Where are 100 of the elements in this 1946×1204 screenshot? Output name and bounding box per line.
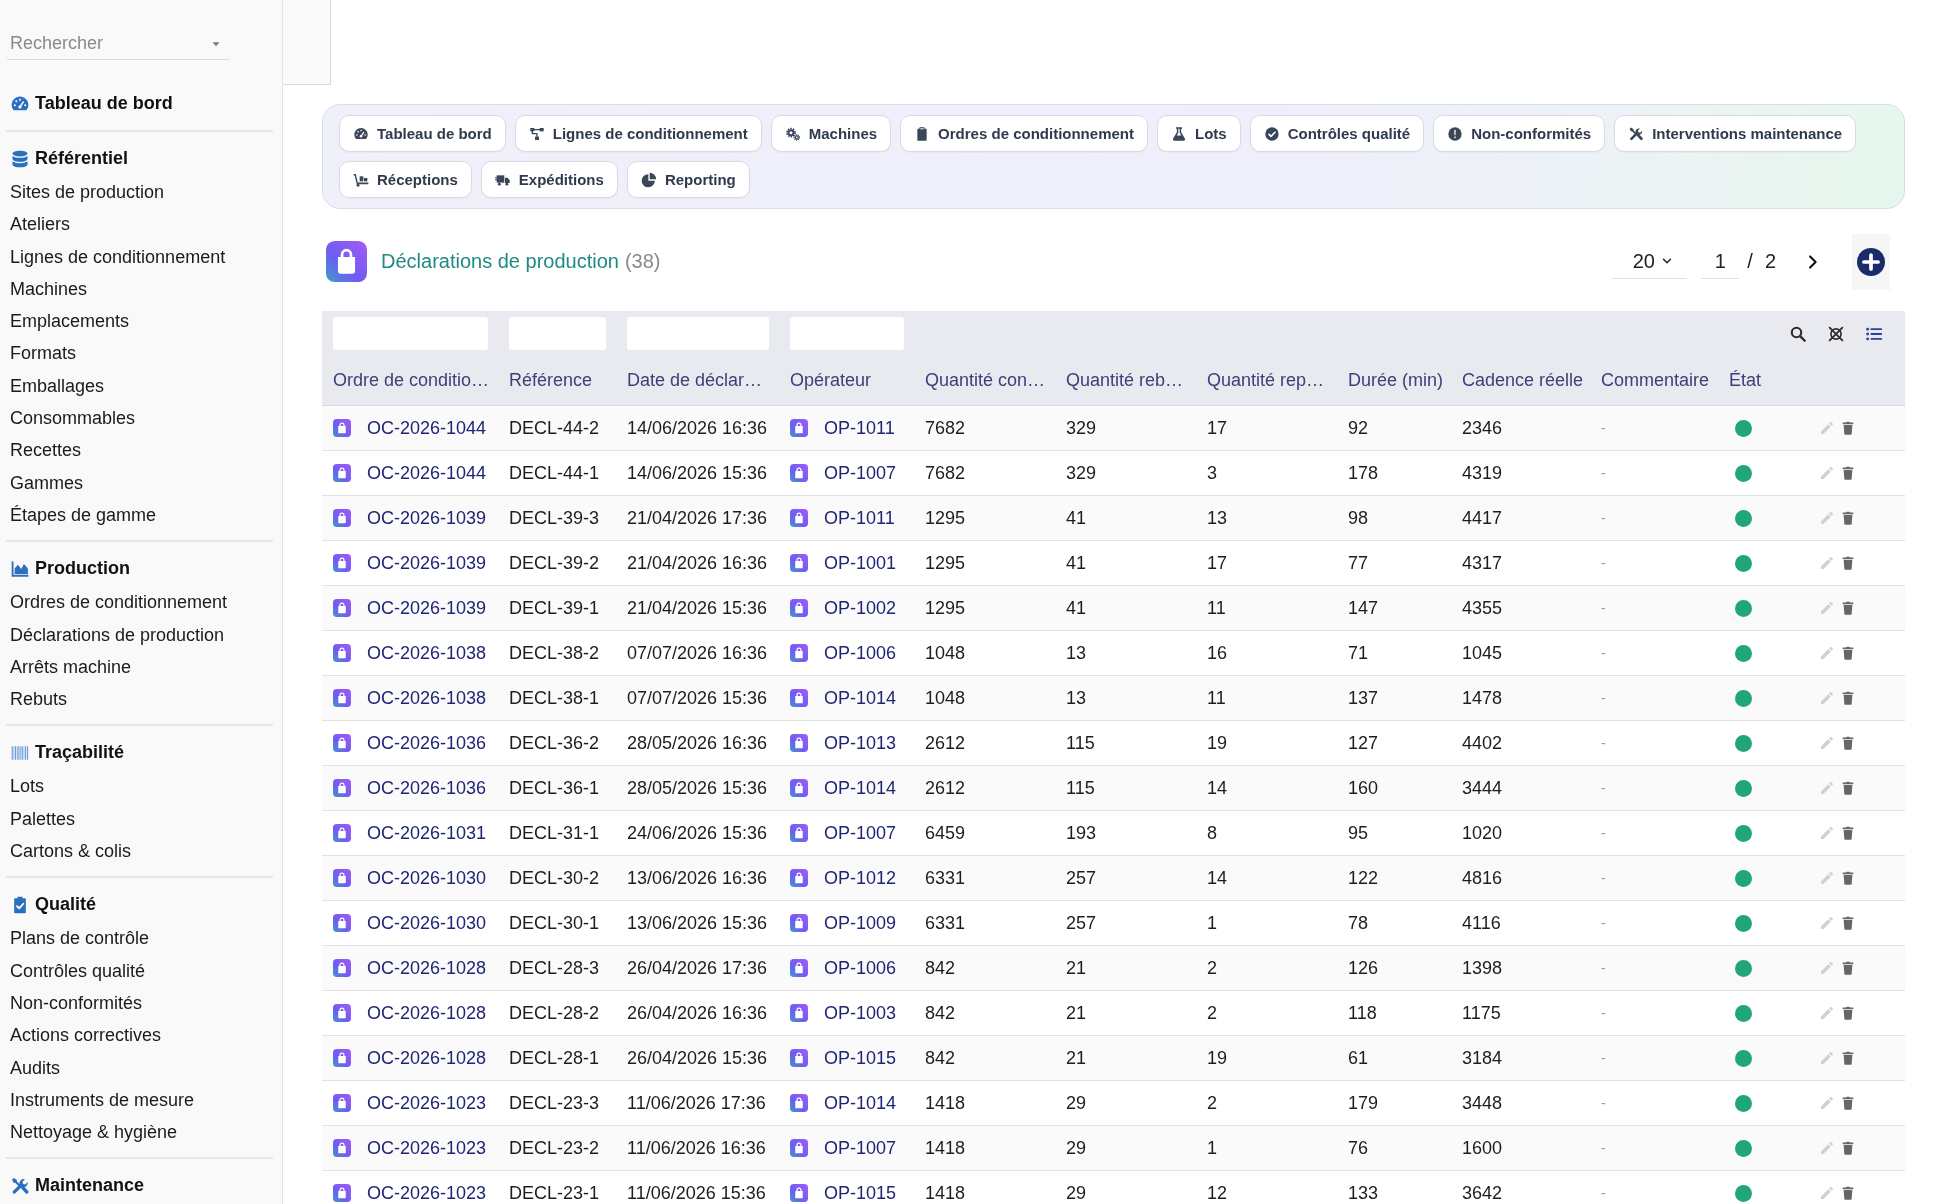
table-link[interactable]: OP-1002 bbox=[824, 597, 897, 619]
trash-icon[interactable] bbox=[1840, 734, 1856, 752]
sidebar-item[interactable]: Formats bbox=[6, 337, 273, 370]
trash-icon[interactable] bbox=[1840, 1094, 1856, 1112]
nav-tab[interactable]: Tableau de bord bbox=[339, 115, 506, 152]
sidebar-section-title[interactable]: Référentiel bbox=[35, 148, 129, 169]
sidebar-item[interactable]: Nettoyage & hygiène bbox=[6, 1116, 273, 1149]
table-link[interactable]: OC-2026-1028 bbox=[367, 1047, 487, 1069]
sidebar-item[interactable]: Ateliers bbox=[6, 208, 273, 241]
nav-tab[interactable]: Machines bbox=[770, 115, 892, 152]
column-header[interactable]: Ordre de conditio… bbox=[322, 370, 498, 391]
trash-icon[interactable] bbox=[1840, 509, 1856, 527]
table-link[interactable]: OC-2026-1039 bbox=[367, 552, 487, 574]
search-field[interactable]: Rechercher bbox=[6, 28, 230, 60]
table-link[interactable]: OC-2026-1038 bbox=[367, 687, 487, 709]
table-link[interactable]: OP-1011 bbox=[824, 417, 895, 439]
add-button[interactable] bbox=[1852, 233, 1890, 290]
column-header[interactable]: Durée (min) bbox=[1337, 370, 1451, 391]
table-link[interactable]: OP-1014 bbox=[824, 1092, 897, 1114]
sidebar-item[interactable]: Recettes bbox=[6, 434, 273, 467]
column-header[interactable]: État bbox=[1718, 370, 1775, 391]
sidebar-section-title[interactable]: Maintenance bbox=[35, 1175, 145, 1197]
sidebar-section-title[interactable]: Qualité bbox=[35, 894, 96, 916]
page-input[interactable]: 1 bbox=[1701, 244, 1740, 279]
sidebar-section-title[interactable]: Traçabilité bbox=[35, 742, 125, 764]
table-link[interactable]: OC-2026-1044 bbox=[367, 462, 487, 484]
nav-tab[interactable]: Lignes de conditionnement bbox=[514, 115, 762, 152]
sidebar-item[interactable]: Palettes bbox=[6, 802, 273, 836]
trash-icon[interactable] bbox=[1840, 824, 1856, 842]
table-link[interactable]: OC-2026-1044 bbox=[367, 417, 487, 439]
table-link[interactable]: OP-1006 bbox=[824, 642, 897, 664]
column-header[interactable]: Quantité reb… bbox=[1055, 370, 1196, 391]
table-link[interactable]: OC-2026-1023 bbox=[367, 1137, 487, 1159]
sidebar-item[interactable]: Déclarations de production bbox=[6, 618, 273, 651]
column-header[interactable]: Commentaire bbox=[1590, 370, 1718, 391]
table-link[interactable]: OP-1001 bbox=[824, 552, 897, 574]
sidebar-item[interactable]: Actions correctives bbox=[6, 1019, 273, 1052]
trash-icon[interactable] bbox=[1840, 419, 1856, 437]
table-link[interactable]: OC-2026-1030 bbox=[367, 867, 487, 889]
nav-tab[interactable]: Contrôles qualité bbox=[1249, 115, 1425, 152]
trash-icon[interactable] bbox=[1840, 1139, 1856, 1157]
sidebar-item[interactable]: Machines bbox=[6, 272, 273, 306]
trash-icon[interactable] bbox=[1840, 599, 1856, 617]
sidebar-item[interactable]: Emplacements bbox=[6, 305, 273, 338]
sidebar-item[interactable]: Instruments de mesure bbox=[6, 1083, 273, 1117]
column-header[interactable]: Date de déclar… bbox=[616, 370, 779, 391]
table-link[interactable]: OC-2026-1039 bbox=[367, 597, 487, 619]
sidebar-item[interactable]: Consommables bbox=[6, 402, 273, 435]
table-link[interactable]: OC-2026-1031 bbox=[367, 822, 487, 844]
sidebar-item[interactable]: Ordres de conditionnement bbox=[6, 586, 273, 619]
table-link[interactable]: OP-1014 bbox=[824, 777, 897, 799]
trash-icon[interactable] bbox=[1840, 1004, 1856, 1022]
table-link[interactable]: OC-2026-1023 bbox=[367, 1092, 487, 1114]
sidebar-section-title[interactable]: Tableau de bord bbox=[35, 93, 173, 114]
sidebar-item[interactable]: Plans de contrôle bbox=[6, 922, 273, 955]
trash-icon[interactable] bbox=[1840, 869, 1856, 887]
table-link[interactable]: OP-1003 bbox=[824, 1002, 897, 1024]
trash-icon[interactable] bbox=[1840, 1049, 1856, 1067]
trash-icon[interactable] bbox=[1840, 689, 1856, 707]
table-link[interactable]: OP-1015 bbox=[824, 1182, 897, 1204]
nav-tab[interactable]: Ordres de conditionnement bbox=[900, 115, 1148, 152]
trash-icon[interactable] bbox=[1840, 554, 1856, 572]
sidebar-item[interactable]: Étapes de gamme bbox=[6, 498, 273, 532]
table-link[interactable]: OC-2026-1039 bbox=[367, 507, 487, 529]
sidebar-item[interactable]: Lignes de conditionnement bbox=[6, 240, 273, 273]
sidebar-item[interactable]: Rebuts bbox=[6, 683, 273, 716]
column-header[interactable]: Quantité rep… bbox=[1196, 370, 1337, 391]
table-link[interactable]: OP-1014 bbox=[824, 687, 897, 709]
table-link[interactable]: OP-1009 bbox=[824, 912, 897, 934]
table-link[interactable]: OC-2026-1036 bbox=[367, 777, 487, 799]
table-link[interactable]: OC-2026-1028 bbox=[367, 1002, 487, 1024]
table-link[interactable]: OP-1007 bbox=[824, 1137, 897, 1159]
trash-icon[interactable] bbox=[1840, 914, 1856, 932]
trash-icon[interactable] bbox=[1840, 644, 1856, 662]
sidebar-item[interactable]: Non-conformités bbox=[6, 986, 273, 1020]
table-link[interactable]: OP-1007 bbox=[824, 462, 897, 484]
table-link[interactable]: OP-1013 bbox=[824, 732, 897, 754]
table-link[interactable]: OC-2026-1036 bbox=[367, 732, 487, 754]
table-link[interactable]: OC-2026-1028 bbox=[367, 957, 487, 979]
sidebar-item[interactable]: Cartons & colis bbox=[6, 835, 273, 868]
table-link[interactable]: OC-2026-1023 bbox=[367, 1182, 487, 1204]
search-icon[interactable] bbox=[1789, 324, 1807, 343]
sidebar-item[interactable]: Emballages bbox=[6, 369, 273, 403]
table-link[interactable]: OP-1006 bbox=[824, 957, 897, 979]
table-link[interactable]: OP-1015 bbox=[824, 1047, 897, 1069]
sidebar-item[interactable]: Sites de production bbox=[6, 176, 273, 209]
column-header[interactable]: Opérateur bbox=[779, 370, 914, 391]
sidebar-item[interactable]: Arrêts machine bbox=[6, 650, 273, 684]
trash-icon[interactable] bbox=[1840, 779, 1856, 797]
nav-tab[interactable]: Expéditions bbox=[480, 161, 618, 198]
sidebar-item[interactable]: Lots bbox=[6, 770, 273, 803]
column-header[interactable]: Référence bbox=[498, 370, 616, 391]
nav-tab[interactable]: Lots bbox=[1156, 115, 1241, 152]
table-link[interactable]: OP-1007 bbox=[824, 822, 897, 844]
trash-icon[interactable] bbox=[1840, 1184, 1856, 1202]
table-link[interactable]: OC-2026-1038 bbox=[367, 642, 487, 664]
table-link[interactable]: OP-1011 bbox=[824, 507, 895, 529]
trash-icon[interactable] bbox=[1840, 959, 1856, 977]
trash-icon[interactable] bbox=[1840, 464, 1856, 482]
page-size-select[interactable]: 20 bbox=[1612, 244, 1688, 279]
